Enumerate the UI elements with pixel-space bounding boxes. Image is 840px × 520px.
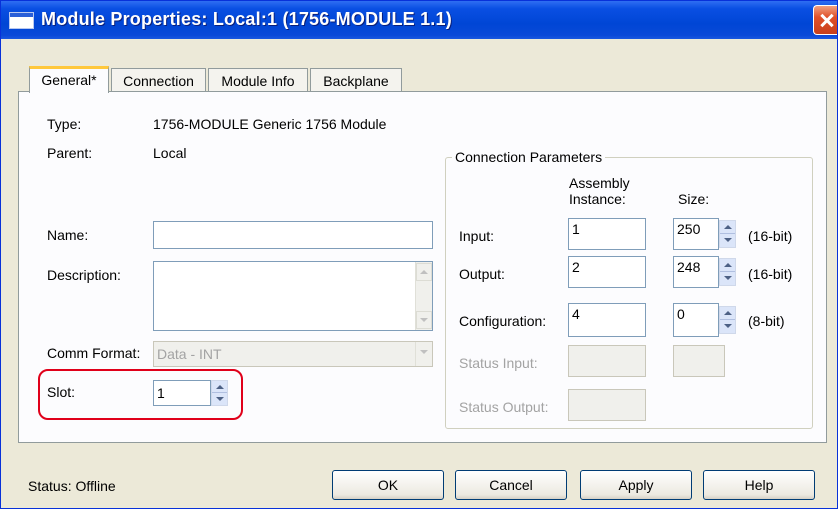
name-label: Name:	[47, 227, 89, 243]
connection-parameters-title: Connection Parameters	[452, 149, 606, 165]
parent-value: Local	[153, 145, 187, 161]
title-bar[interactable]: Module Properties: Local:1 (1756-MODULE …	[1, 1, 837, 39]
close-button[interactable]	[813, 5, 837, 35]
size-column-header: Size:	[678, 191, 710, 207]
comm-format-label: Comm Format:	[47, 345, 141, 361]
ok-button[interactable]: OK	[332, 470, 444, 500]
input-unit: (16-bit)	[748, 228, 793, 244]
configuration-size-field[interactable]: 0	[673, 303, 719, 337]
configuration-label: Configuration:	[459, 313, 547, 329]
description-scrollbar[interactable]	[415, 262, 432, 330]
spin-up-icon[interactable]	[720, 307, 735, 320]
assembly-column-header: Assembly	[569, 175, 630, 191]
spin-down-icon[interactable]	[720, 272, 735, 285]
window-icon	[9, 12, 34, 29]
input-size-spinner[interactable]	[719, 220, 736, 248]
tab-connection[interactable]: Connection	[111, 68, 206, 92]
spin-up-icon[interactable]	[720, 259, 735, 272]
type-label: Type:	[47, 116, 82, 132]
status-output-label: Status Output:	[459, 399, 549, 415]
comm-format-value: Data - INT	[157, 346, 222, 362]
output-size-spinner[interactable]	[719, 258, 736, 286]
output-label: Output:	[459, 266, 505, 282]
scroll-down-icon[interactable]	[416, 311, 432, 329]
chevron-down-icon[interactable]	[415, 342, 432, 366]
instance-column-header: Instance:	[569, 191, 626, 207]
status-text: Status: Offline	[28, 478, 116, 494]
spin-down-icon[interactable]	[720, 320, 735, 333]
description-label: Description:	[47, 267, 121, 283]
spin-up-icon[interactable]	[720, 221, 735, 234]
tab-module-info[interactable]: Module Info	[208, 68, 308, 92]
comm-format-select[interactable]: Data - INT	[153, 341, 433, 367]
configuration-size-spinner[interactable]	[719, 306, 736, 334]
output-size-field[interactable]: 248	[673, 256, 719, 288]
tab-general[interactable]: General*	[29, 66, 109, 93]
status-input-size-field[interactable]	[673, 345, 725, 377]
input-label: Input:	[459, 228, 495, 244]
input-size-field[interactable]: 250	[673, 218, 719, 250]
configuration-unit: (8-bit)	[748, 313, 785, 329]
help-button[interactable]: Help	[703, 470, 815, 500]
slot-highlight-circle	[38, 369, 243, 420]
configuration-instance-field[interactable]: 4	[568, 303, 646, 337]
status-output-instance-field[interactable]	[568, 389, 646, 421]
spin-down-icon[interactable]	[720, 234, 735, 247]
status-input-instance-field[interactable]	[568, 345, 646, 377]
parent-label: Parent:	[47, 145, 93, 161]
output-unit: (16-bit)	[748, 266, 793, 282]
description-textarea[interactable]	[153, 261, 433, 331]
tab-backplane[interactable]: Backplane	[310, 68, 402, 92]
name-input[interactable]	[153, 221, 433, 249]
cancel-button[interactable]: Cancel	[455, 470, 567, 500]
scroll-up-icon[interactable]	[416, 263, 432, 281]
status-input-label: Status Input:	[459, 355, 538, 371]
type-value: 1756-MODULE Generic 1756 Module	[153, 116, 387, 132]
output-instance-field[interactable]: 2	[568, 256, 646, 288]
window-title: Module Properties: Local:1 (1756-MODULE …	[41, 9, 452, 29]
input-instance-field[interactable]: 1	[568, 218, 646, 250]
apply-button[interactable]: Apply	[580, 470, 692, 500]
